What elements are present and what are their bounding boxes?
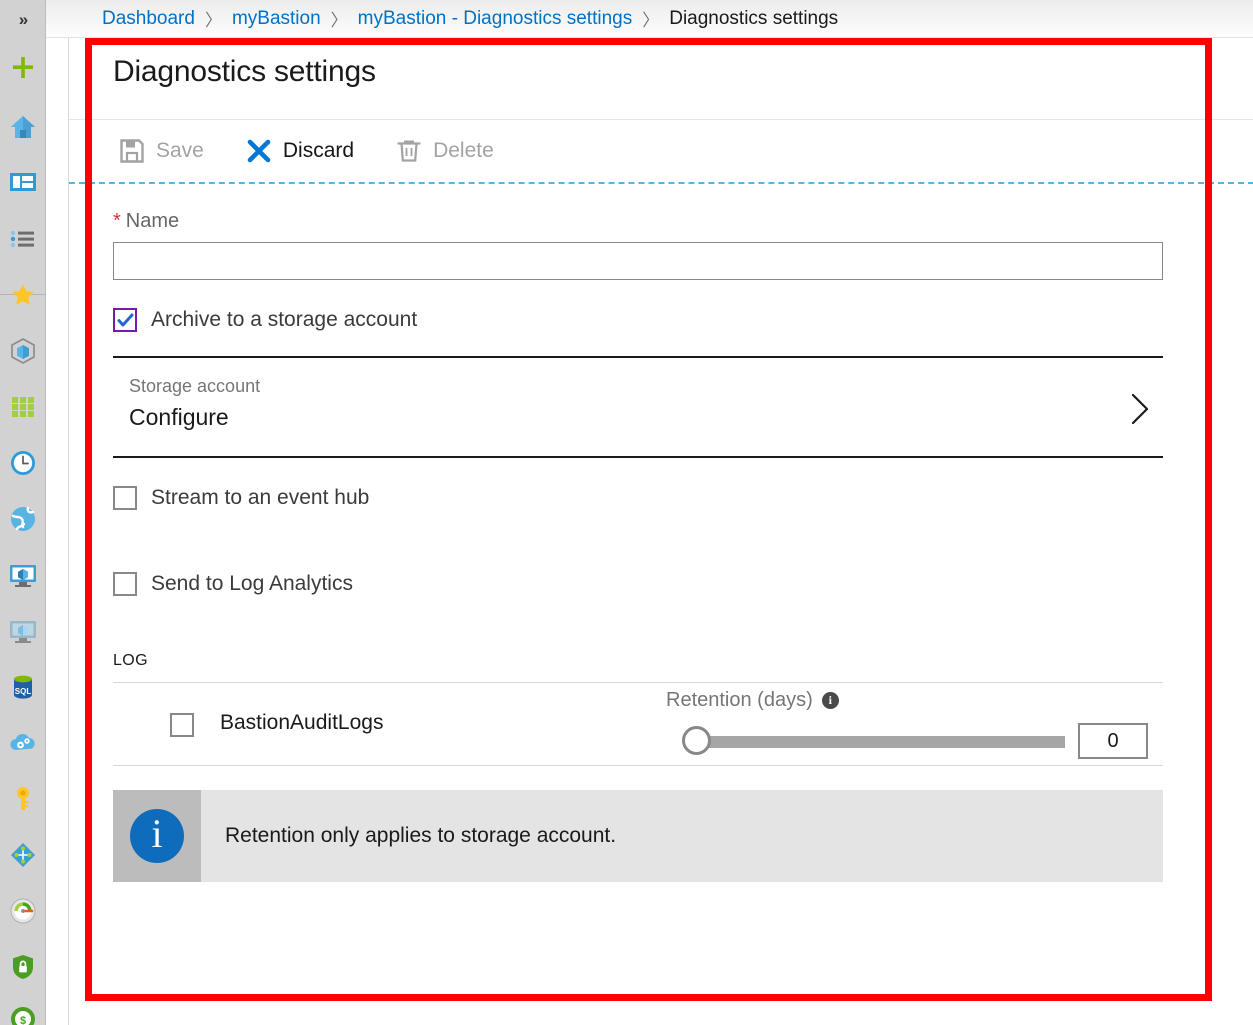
- key-vault-icon[interactable]: [4, 780, 42, 818]
- slider-track: [705, 736, 1065, 748]
- breadcrumb: Dashboard 〉 myBastion 〉 myBastion - Diag…: [46, 0, 1253, 38]
- left-navigation-rail: » SQL $: [0, 0, 46, 1025]
- archive-to-storage-account-checkbox-row[interactable]: Archive to a storage account: [113, 308, 417, 332]
- recent-clock-icon[interactable]: [4, 444, 42, 482]
- diagnostics-settings-blade: Diagnostics settings Save Discard Delete…: [68, 38, 1253, 1025]
- retention-days-input[interactable]: [1078, 723, 1148, 759]
- app-services-icon[interactable]: [4, 500, 42, 538]
- checkmark-icon: [117, 313, 133, 326]
- send-to-log-analytics-checkbox-row[interactable]: Send to Log Analytics: [113, 572, 353, 596]
- breadcrumb-separator: 〉: [642, 11, 660, 30]
- all-services-icon[interactable]: [4, 220, 42, 258]
- delete-button[interactable]: Delete: [390, 128, 500, 174]
- virtual-machines-icon[interactable]: [4, 556, 42, 594]
- name-label-text: Name: [125, 210, 180, 232]
- azure-portal-screen: » SQL $ Dashboard 〉 myBastion 〉 myBastio…: [0, 0, 1253, 1025]
- save-button[interactable]: Save: [113, 128, 210, 174]
- breadcrumb-item-mybastion-diagnostics-settings[interactable]: myBastion - Diagnostics settings: [358, 8, 633, 30]
- info-banner-icon-cell: i: [113, 790, 201, 882]
- favorites-star-icon[interactable]: [4, 276, 42, 314]
- table-row: BastionAuditLogs Retention (days) i: [113, 683, 1163, 767]
- security-center-icon[interactable]: [4, 948, 42, 986]
- discard-button[interactable]: Discard: [240, 128, 360, 174]
- storage-account-caption: Storage account: [129, 376, 261, 396]
- storage-account-value: Configure: [129, 404, 229, 430]
- stream-to-event-hub-checkbox[interactable]: [113, 486, 137, 510]
- bastion-audit-logs-checkbox[interactable]: [170, 713, 194, 737]
- command-bar: Save Discard Delete: [69, 120, 1253, 182]
- close-x-icon: [246, 138, 272, 164]
- info-icon: i: [130, 809, 184, 863]
- stream-to-event-hub-label: Stream to an event hub: [151, 486, 370, 509]
- create-resource-icon[interactable]: [4, 50, 42, 88]
- resource-groups-icon[interactable]: [4, 388, 42, 426]
- chevron-right-icon: [1129, 392, 1151, 426]
- breadcrumb-item-mybastion[interactable]: myBastion: [232, 8, 321, 30]
- name-input[interactable]: [113, 242, 1163, 280]
- svg-text:$: $: [20, 1015, 26, 1025]
- info-banner: i Retention only applies to storage acco…: [113, 790, 1163, 882]
- log-categories-table: BastionAuditLogs Retention (days) i: [113, 682, 1163, 766]
- stream-to-event-hub-checkbox-row[interactable]: Stream to an event hub: [113, 486, 369, 510]
- monitor-gauge-icon[interactable]: [4, 892, 42, 930]
- load-balancers-icon[interactable]: [4, 836, 42, 874]
- breadcrumb-item-diagnostics-settings: Diagnostics settings: [669, 7, 839, 29]
- retention-days-label: Retention (days) i: [666, 689, 839, 712]
- slider-thumb[interactable]: [682, 726, 711, 755]
- expand-menu-icon[interactable]: »: [0, 0, 45, 40]
- log-section-header: LOG: [113, 652, 148, 669]
- archive-to-storage-account-checkbox[interactable]: [113, 308, 137, 332]
- blade-title-bar: Diagnostics settings: [69, 38, 1253, 120]
- save-disk-icon: [119, 138, 145, 164]
- svg-text:SQL: SQL: [15, 687, 32, 696]
- breadcrumb-separator: 〉: [330, 11, 348, 30]
- all-resources-icon[interactable]: [4, 332, 42, 370]
- diagnostics-settings-form: * Name Archive to a storage account Stora…: [69, 184, 1253, 882]
- cost-management-icon[interactable]: $: [4, 1000, 42, 1025]
- breadcrumb-item-dashboard[interactable]: Dashboard: [102, 8, 195, 30]
- page-title: Diagnostics settings: [113, 55, 376, 88]
- home-icon[interactable]: [4, 108, 42, 146]
- breadcrumb-separator: 〉: [204, 11, 222, 30]
- save-button-label: Save: [156, 139, 204, 162]
- virtual-machines-classic-icon[interactable]: [4, 612, 42, 650]
- send-to-log-analytics-checkbox[interactable]: [113, 572, 137, 596]
- trash-icon: [396, 138, 422, 164]
- name-field-label: * Name: [113, 210, 1253, 233]
- storage-account-picker[interactable]: Storage account Configure: [113, 356, 1163, 458]
- send-to-log-analytics-label: Send to Log Analytics: [151, 572, 353, 595]
- info-tooltip-icon[interactable]: i: [821, 692, 839, 709]
- info-banner-message: Retention only applies to storage accoun…: [225, 824, 617, 847]
- retention-days-label-text: Retention (days): [666, 689, 813, 711]
- sql-databases-icon[interactable]: SQL: [4, 668, 42, 706]
- log-category-name: BastionAuditLogs: [220, 711, 384, 734]
- retention-days-slider[interactable]: [680, 726, 1065, 756]
- discard-button-label: Discard: [282, 139, 355, 162]
- cloud-services-icon[interactable]: [4, 724, 42, 762]
- required-marker: *: [113, 210, 121, 232]
- dashboard-icon[interactable]: [4, 163, 42, 201]
- archive-to-storage-account-label: Archive to a storage account: [151, 308, 418, 331]
- delete-button-label: Delete: [433, 139, 494, 162]
